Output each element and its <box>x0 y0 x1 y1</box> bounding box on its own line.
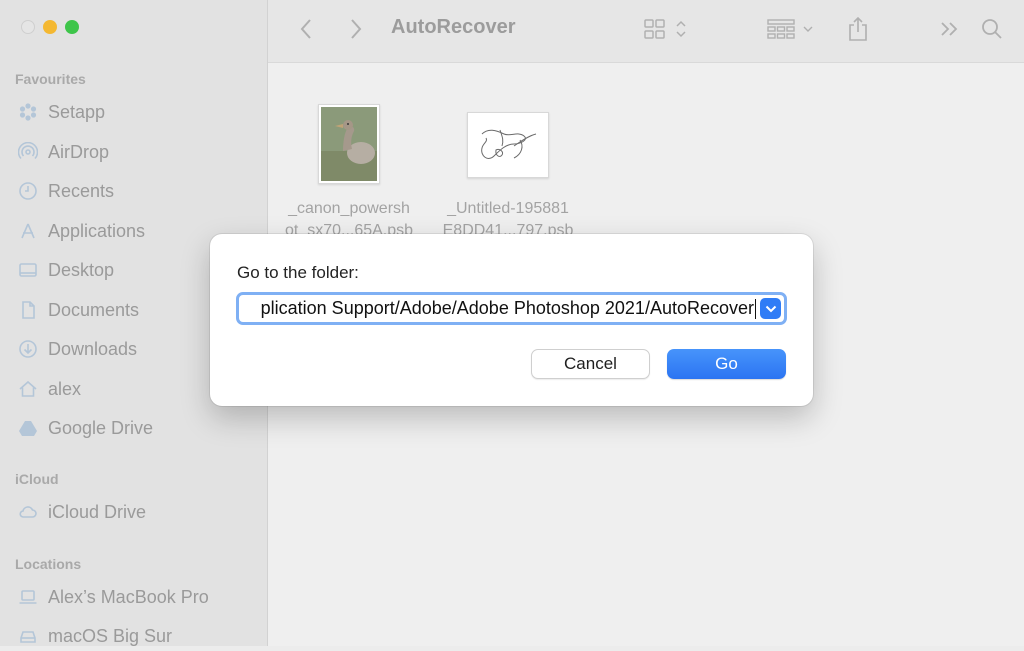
sidebar-item-google-drive[interactable]: Google Drive <box>18 413 153 443</box>
chevron-double-right-icon <box>941 22 958 36</box>
sidebar-item-alex[interactable]: alex <box>18 374 81 404</box>
window-title: AutoRecover <box>391 16 516 38</box>
zoom-window-button[interactable] <box>65 20 79 34</box>
document-icon <box>18 300 38 320</box>
window-controls <box>21 20 79 34</box>
sidebar-item-label: Setapp <box>48 101 106 122</box>
sidebar-item-setapp[interactable]: Setapp <box>18 97 105 127</box>
icon-grid-icon <box>644 19 686 39</box>
sidebar-item-recents[interactable]: Recents <box>18 176 114 206</box>
applications-icon <box>18 221 38 241</box>
sidebar-item-label: Alex’s MacBook Pro <box>48 586 209 607</box>
sidebar-item-applications[interactable]: Applications <box>18 216 145 246</box>
share-icon <box>849 16 867 41</box>
toolbar: AutoRecover <box>268 0 1024 63</box>
minimize-window-button[interactable] <box>43 20 57 34</box>
group-grid-icon <box>767 19 813 39</box>
go-button[interactable]: Go <box>667 349 786 379</box>
desktop-icon <box>18 260 38 280</box>
cloud-icon <box>18 502 38 522</box>
search-icon <box>982 19 1002 39</box>
go-to-folder-dialog: Go to the folder: plication Support/Adob… <box>210 234 813 406</box>
file-thumbnail <box>467 112 549 178</box>
sidebar-item-airdrop[interactable]: AirDrop <box>18 137 109 167</box>
file-name-line: _Untitled-195881 <box>447 200 569 217</box>
home-icon <box>18 379 38 399</box>
text-caret <box>755 299 756 319</box>
share-button[interactable] <box>846 14 870 44</box>
setapp-icon <box>18 102 38 122</box>
sidebar-item-label: Applications <box>48 220 146 241</box>
chevron-right-icon <box>351 19 362 39</box>
chevron-down-icon <box>765 305 776 312</box>
sidebar-item-label: Desktop <box>48 259 115 280</box>
download-icon <box>18 339 38 359</box>
clock-icon <box>18 181 38 201</box>
sidebar-item-label: Google Drive <box>48 417 154 438</box>
sidebar-item-downloads[interactable]: Downloads <box>18 334 137 364</box>
section-locations: Locations <box>15 556 82 572</box>
folder-path-value: plication Support/Adobe/Adobe Photoshop … <box>260 298 754 318</box>
path-history-dropdown-button[interactable] <box>760 298 781 319</box>
google-drive-icon <box>18 418 38 438</box>
disk-icon <box>18 626 38 646</box>
sidebar-item-macos-big-sur[interactable]: macOS Big Sur <box>18 621 172 651</box>
sidebar-item-label: Recents <box>48 180 115 201</box>
forward-button[interactable] <box>344 14 368 44</box>
back-button[interactable] <box>294 14 318 44</box>
file-item[interactable]: _canon_powersh ot_sx70...65A.psb <box>274 104 424 242</box>
search-button[interactable] <box>980 14 1004 44</box>
folder-path-input[interactable]: plication Support/Adobe/Adobe Photoshop … <box>236 292 787 325</box>
laptop-icon <box>18 587 38 607</box>
section-favourites: Favourites <box>15 71 86 87</box>
sidebar-item-label: AirDrop <box>48 141 110 162</box>
file-item[interactable]: _Untitled-195881 E8DD41...797.psb <box>433 104 583 242</box>
cancel-button[interactable]: Cancel <box>531 349 650 379</box>
group-by-button[interactable] <box>765 14 819 44</box>
sidebar-item-label: Documents <box>48 299 140 320</box>
sidebar-item-desktop[interactable]: Desktop <box>18 255 114 285</box>
sidebar-item-label: Downloads <box>48 338 138 359</box>
view-mode-button[interactable] <box>642 14 690 44</box>
more-toolbar-items-button[interactable] <box>938 14 960 44</box>
file-name-line: _canon_powersh <box>288 200 410 217</box>
close-window-button[interactable] <box>21 20 35 34</box>
section-icloud: iCloud <box>15 471 59 487</box>
sidebar-item-label: alex <box>48 378 82 399</box>
chevron-left-icon <box>300 19 311 39</box>
sidebar-item-label: macOS Big Sur <box>48 625 173 646</box>
file-thumbnail <box>318 104 380 184</box>
sidebar-item-documents[interactable]: Documents <box>18 295 139 325</box>
sidebar-item-macbook-pro[interactable]: Alex’s MacBook Pro <box>18 582 209 612</box>
sidebar-item-icloud-drive[interactable]: iCloud Drive <box>18 497 146 527</box>
sidebar-item-label: iCloud Drive <box>48 501 147 522</box>
airdrop-icon <box>18 142 38 162</box>
dialog-label: Go to the folder: <box>237 263 359 282</box>
